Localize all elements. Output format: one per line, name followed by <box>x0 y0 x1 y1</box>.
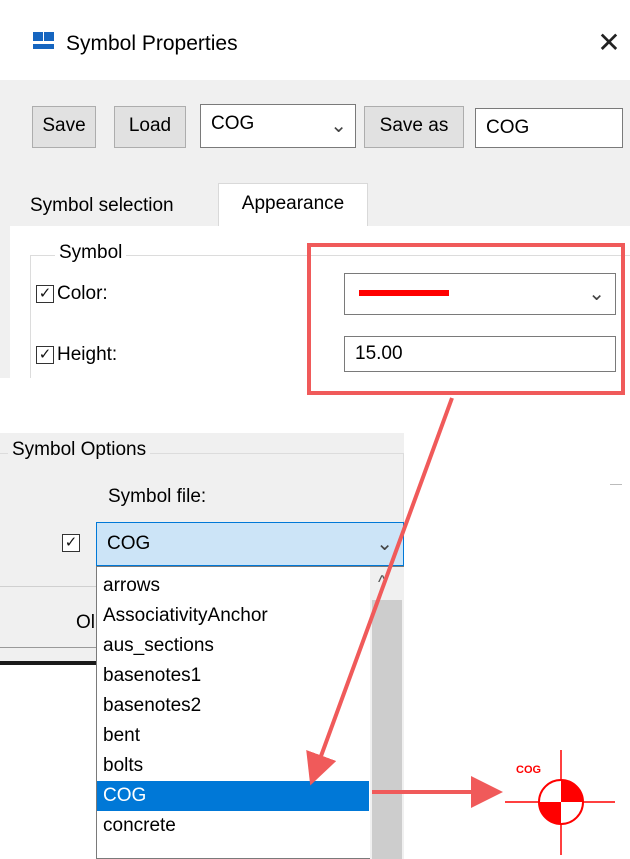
height-checkbox[interactable]: ✓ <box>36 346 54 364</box>
options-group-legend: Symbol Options <box>8 439 151 461</box>
list-item[interactable]: AssociativityAnchor <box>97 601 369 631</box>
cog-symbol-text: COG <box>516 764 541 776</box>
symbol-file-value: COG <box>107 533 151 554</box>
symbol-group-legend: Symbol <box>55 242 127 264</box>
scrollbar-thumb[interactable] <box>372 600 402 859</box>
chevron-down-icon: ⌄ <box>376 533 393 555</box>
scroll-up-icon[interactable]: ^ <box>378 572 386 593</box>
color-label: Color: <box>57 283 108 304</box>
load-button[interactable]: Load <box>114 106 186 148</box>
tab-symbol-selection[interactable]: Symbol selection <box>30 186 174 226</box>
list-item-selected[interactable]: COG <box>97 781 369 811</box>
symbol-file-select[interactable]: COG ⌄ <box>96 522 404 566</box>
divider <box>610 484 622 485</box>
window-title: Symbol Properties <box>66 32 238 55</box>
symbol-app-icon <box>33 32 54 49</box>
save-as-button[interactable]: Save as <box>364 106 464 148</box>
save-as-name-input[interactable]: COG <box>475 108 623 148</box>
divider <box>0 647 96 648</box>
list-item[interactable]: basenotes2 <box>97 691 369 721</box>
color-checkbox[interactable]: ✓ <box>36 285 54 303</box>
symbol-file-checkbox[interactable]: ✓ <box>62 534 80 552</box>
list-item[interactable]: concrete <box>97 811 369 841</box>
symbol-file-label: Symbol file: <box>108 486 207 507</box>
chevron-down-icon: ⌄ <box>330 115 347 137</box>
list-item[interactable]: basenotes1 <box>97 661 369 691</box>
list-item[interactable]: aus_sections <box>97 631 369 661</box>
list-item[interactable]: arrows <box>97 571 369 601</box>
cog-symbol-icon: COG <box>505 750 615 855</box>
list-item[interactable]: bolts <box>97 751 369 781</box>
tab-appearance[interactable]: Appearance <box>218 183 368 227</box>
partial-button-label[interactable]: Ol <box>76 611 95 635</box>
save-button[interactable]: Save <box>32 106 96 148</box>
symbol-group-border-left <box>30 255 31 378</box>
highlight-frame <box>307 243 625 395</box>
save-as-name-value: COG <box>486 117 530 138</box>
preset-select[interactable]: COG ⌄ <box>200 104 356 148</box>
close-icon[interactable]: ✕ <box>592 26 626 60</box>
list-item[interactable]: bent <box>97 721 369 751</box>
preset-select-value: COG <box>211 113 255 134</box>
height-label: Height: <box>57 344 118 365</box>
symbol-file-dropdown-list: arrows AssociativityAnchor aus_sections … <box>96 566 404 859</box>
background-area <box>0 665 96 859</box>
